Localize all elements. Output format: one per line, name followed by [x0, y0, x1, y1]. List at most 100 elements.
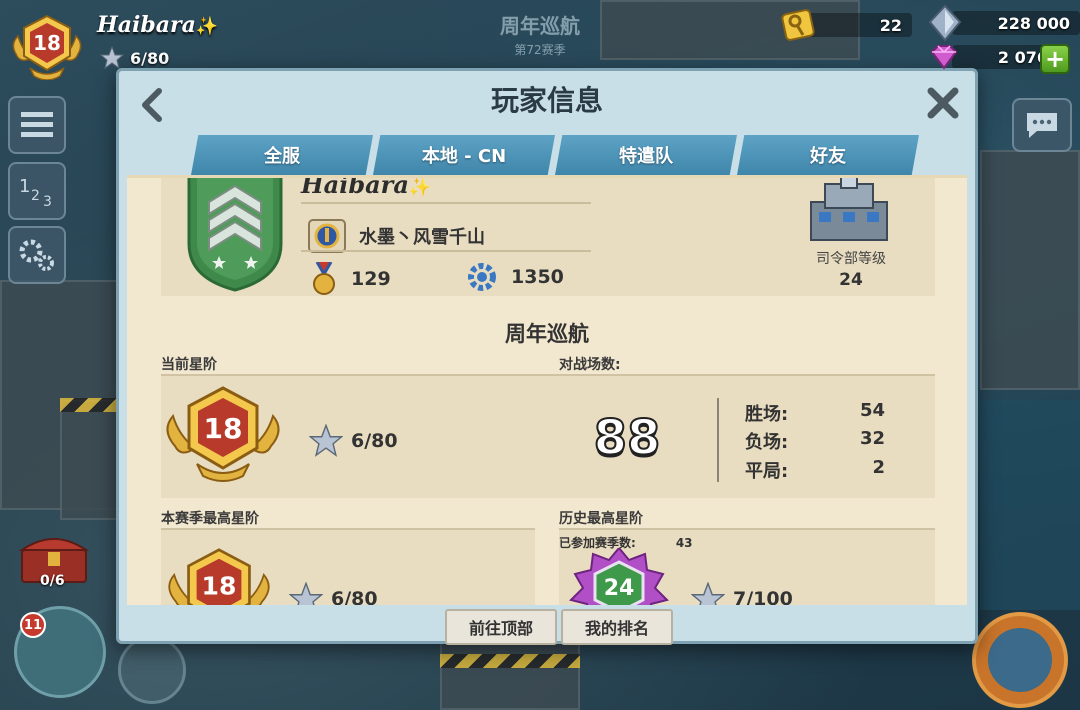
alltime-best-stars-value: 7/100 — [733, 588, 793, 605]
alltime-best-badge-icon: 24 — [569, 548, 669, 605]
headquarters-icon — [810, 178, 888, 241]
current-rank-label: 当前星阶 — [161, 357, 217, 373]
my-rank-button[interactable]: 我的排名 — [561, 609, 673, 645]
key-icon — [781, 9, 815, 41]
current-stars-value: 6/80 — [351, 430, 398, 452]
profile-card: Haibara✨ 水墨丶风雪千山 129 1350 司令部等级 24 — [161, 178, 935, 296]
diamonds-counter[interactable]: 228 000 — [926, 4, 1080, 42]
profile-guild[interactable]: 水墨丶风雪千山 — [307, 218, 485, 254]
globe-icon — [988, 628, 1052, 692]
rank-level-text: 18 — [33, 31, 61, 55]
sparkle-icon: ✨ — [195, 16, 219, 37]
hq-level-value: 24 — [839, 270, 863, 290]
leaderboard-button[interactable]: 123 — [8, 162, 66, 220]
parts-stat: 1350 — [467, 262, 564, 292]
alltime-best-label: 历史最高星阶 — [559, 511, 643, 527]
tab-task-force[interactable]: 特遣队 — [555, 135, 737, 175]
seasons-played-value: 43 — [675, 536, 693, 550]
wins-row: 胜场: 54 — [745, 400, 885, 426]
player-name-text: Haibara — [97, 12, 196, 38]
losses-row: 负场: 32 — [745, 428, 885, 454]
map-button[interactable] — [972, 612, 1068, 708]
diamond-icon — [928, 4, 962, 42]
tab-friends[interactable]: 好友 — [737, 135, 919, 175]
losses-value: 32 — [859, 428, 885, 449]
weapons-button[interactable] — [118, 636, 186, 704]
menu-button[interactable] — [8, 96, 66, 154]
svg-text:3: 3 — [43, 194, 52, 208]
troops-badge: 11 — [20, 612, 46, 638]
wins-value: 54 — [859, 400, 885, 421]
chest-count: 0/6 — [40, 573, 65, 589]
season-subtitle: 第72赛季 — [514, 43, 566, 57]
losses-label: 负场: — [745, 432, 789, 453]
current-stars: 6/80 — [309, 424, 398, 458]
star-icon — [289, 582, 323, 605]
battles-value: 88 — [593, 409, 662, 467]
sparkle-icon: ✨ — [408, 177, 432, 198]
wins-label: 胜场: — [745, 404, 789, 425]
profile-name: Haibara✨ — [301, 175, 432, 199]
star-icon — [309, 424, 343, 457]
player-info-panel: 玩家信息 全服 本地 - CN 特遣队 好友 Haibara✨ 水墨丶风雪千山 … — [116, 68, 978, 645]
divider — [301, 202, 591, 204]
close-button[interactable] — [925, 85, 961, 121]
draws-label: 平局: — [745, 461, 789, 482]
tab-local-cn[interactable]: 本地 - CN — [373, 135, 555, 175]
hud-stars-value: 6/80 — [130, 48, 170, 68]
keys-counter[interactable]: 22 — [780, 8, 912, 42]
divider — [301, 250, 591, 252]
star-icon — [100, 46, 124, 70]
gear-icon — [468, 263, 496, 291]
keys-value: 22 — [802, 13, 912, 37]
medals-value: 129 — [351, 268, 391, 290]
season-best-stars: 6/80 — [289, 582, 378, 605]
season-title: 周年巡航 — [500, 14, 580, 38]
close-icon — [927, 87, 959, 119]
tab-bar: 全服 本地 - CN 特遣队 好友 — [191, 135, 919, 175]
shield-icon — [187, 178, 283, 292]
profile-name-text: Haibara — [301, 175, 409, 199]
current-rank-badge-icon: 18 — [166, 386, 280, 482]
scroll-content[interactable]: Haibara✨ 水墨丶风雪千山 129 1350 司令部等级 24 周年巡航 … — [127, 175, 967, 605]
settings-button[interactable] — [8, 226, 66, 284]
panel-title: 玩家信息 — [490, 84, 603, 117]
battles-label: 对战场数: — [559, 357, 621, 373]
dock-structure — [980, 150, 1080, 390]
player-name: Haibara✨ — [97, 12, 218, 38]
svg-text:1: 1 — [19, 176, 30, 197]
divider — [717, 398, 719, 482]
hazard-stripe — [440, 654, 580, 668]
medal-icon — [313, 262, 335, 295]
gem-icon — [930, 45, 958, 70]
parts-value: 1350 — [511, 266, 564, 288]
season-best-stars-value: 6/80 — [331, 588, 378, 605]
medals-stat: 129 — [311, 262, 391, 296]
chat-icon — [1027, 113, 1057, 138]
alltime-best-rank-text: 24 — [604, 576, 635, 601]
season-best-badge-icon: 18 — [168, 548, 270, 605]
task-force-emblem-icon — [308, 219, 346, 253]
goto-top-button[interactable]: 前往顶部 — [445, 609, 557, 645]
gear-icon — [19, 239, 54, 271]
current-rank-text: 18 — [204, 412, 243, 445]
dock-structure — [440, 640, 580, 710]
menu-icon — [21, 112, 53, 137]
season-best-label: 本赛季最高星阶 — [161, 511, 259, 527]
gems-counter[interactable]: 2 076 — [928, 44, 1058, 70]
svg-text:2: 2 — [31, 188, 40, 204]
season-name: 周年巡航 — [505, 322, 589, 346]
draws-value: 2 — [872, 457, 885, 478]
tab-global[interactable]: 全服 — [191, 135, 373, 175]
draws-row: 平局: 2 — [745, 457, 885, 483]
chat-button[interactable] — [1012, 98, 1072, 152]
rank-badge-icon[interactable]: 18 — [10, 14, 84, 80]
alltime-best-stars: 7/100 — [691, 582, 793, 605]
podium-icon: 123 — [19, 176, 52, 208]
hud-stars: 6/80 — [100, 46, 169, 70]
season-best-rank-text: 18 — [202, 572, 237, 601]
water-area — [980, 400, 1080, 610]
buy-gems-button[interactable]: + — [1040, 44, 1070, 74]
diamonds-value: 228 000 — [952, 11, 1080, 35]
star-icon — [691, 582, 725, 605]
